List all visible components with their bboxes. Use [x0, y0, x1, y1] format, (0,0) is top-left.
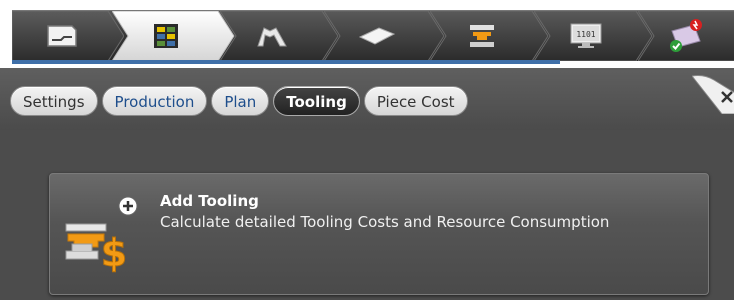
add-tooling-button[interactable]: $ Add Tooling Calculate detailed Tooling…	[49, 173, 709, 295]
nc-monitor-text: 1101	[576, 30, 595, 39]
steps-progress-underline	[12, 60, 560, 64]
step-nc-program[interactable]: 1101	[534, 11, 653, 61]
nc-monitor-icon: 1101	[569, 22, 603, 50]
press-machine-icon	[467, 22, 497, 50]
step-part[interactable]	[12, 11, 124, 61]
tab-settings[interactable]: Settings	[10, 86, 98, 116]
step-sheet[interactable]	[324, 11, 445, 61]
close-icon[interactable]	[692, 74, 734, 114]
tab-tooling[interactable]: Tooling	[273, 86, 360, 116]
step-press[interactable]	[430, 11, 549, 61]
tab-production[interactable]: Production	[101, 86, 208, 116]
step-nesting[interactable]	[112, 11, 235, 61]
tab-row: Settings Production Plan Tooling Piece C…	[0, 68, 734, 130]
tab-plan[interactable]: Plan	[211, 86, 270, 116]
flat-sheet-icon	[357, 25, 397, 47]
tooling-content: $ Add Tooling Calculate detailed Tooling…	[0, 130, 734, 300]
step-forming[interactable]	[220, 11, 339, 61]
add-tooling-description: Calculate detailed Tooling Costs and Res…	[160, 213, 610, 231]
nesting-grid-icon	[152, 22, 180, 50]
process-steps-toolbar: 1101	[0, 0, 734, 68]
status-check-icon	[666, 17, 706, 55]
forming-arch-icon	[255, 23, 289, 49]
part-outline-icon	[45, 23, 79, 49]
step-status[interactable]	[638, 11, 734, 61]
steps-strip: 1101	[12, 10, 734, 61]
add-tooling-icon: $	[65, 196, 138, 276]
tab-piece-cost[interactable]: Piece Cost	[363, 86, 468, 116]
add-tooling-title: Add Tooling	[160, 192, 259, 210]
tab-list: Settings Production Plan Tooling Piece C…	[10, 86, 468, 116]
app-frame: 1101 Settings Production Plan Tooling Pi…	[0, 0, 734, 300]
dollar-icon-symbol: $	[101, 231, 127, 275]
